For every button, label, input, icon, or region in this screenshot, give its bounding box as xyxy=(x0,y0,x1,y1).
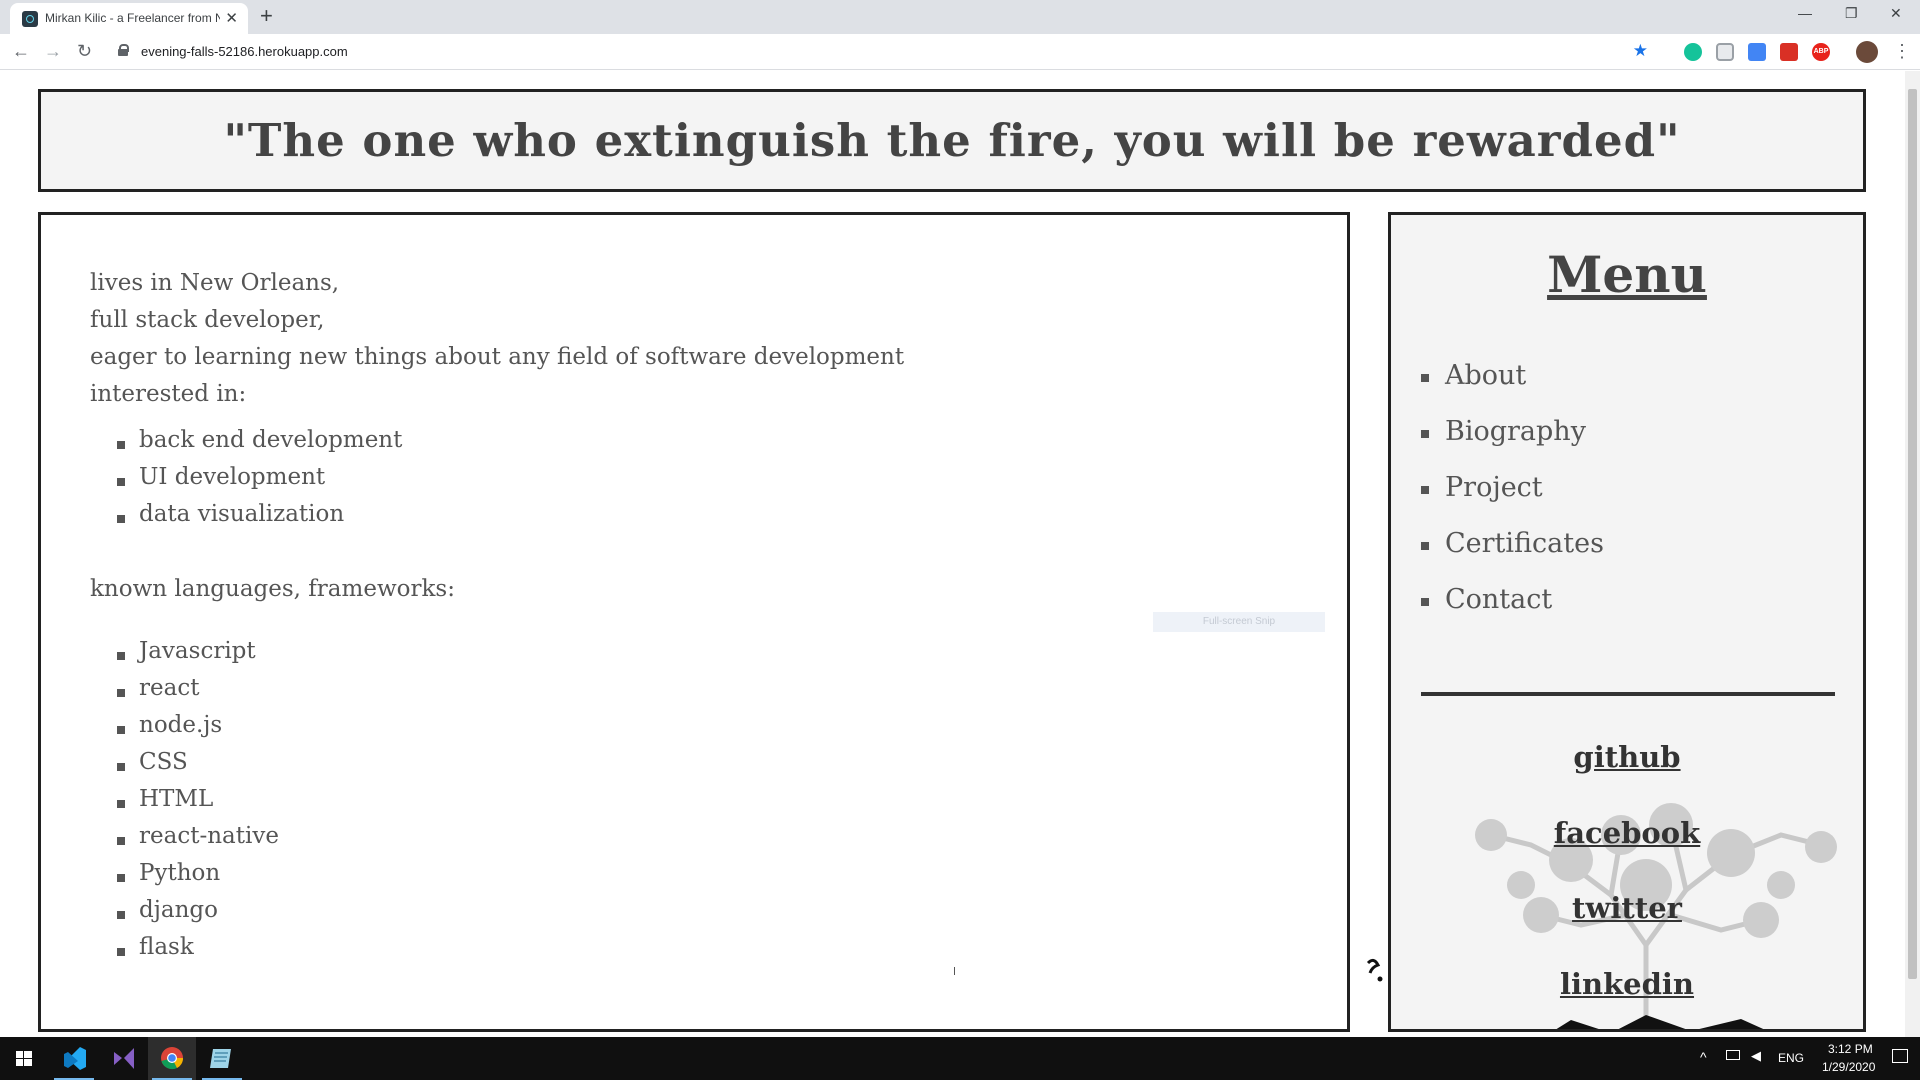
bullet-icon xyxy=(117,837,125,845)
bullet-icon xyxy=(1421,598,1429,606)
snip-tooltip: Full-screen Snip xyxy=(1153,612,1325,632)
menu-link-project[interactable]: Project xyxy=(1445,472,1543,503)
address-bar[interactable]: evening-falls-52186.herokuapp.com ★ xyxy=(108,38,1648,66)
chrome-icon[interactable] xyxy=(148,1037,196,1080)
social-facebook: facebook xyxy=(1391,816,1863,850)
quote-banner: "The one who extinguish the fire, you wi… xyxy=(38,89,1866,192)
minimize-button[interactable]: — xyxy=(1798,5,1812,21)
close-window-button[interactable]: ✕ xyxy=(1890,5,1902,22)
tray-overflow-icon[interactable]: ^ xyxy=(1700,1049,1707,1065)
bullet-icon xyxy=(117,874,125,882)
restore-button[interactable]: ❐ xyxy=(1845,5,1858,22)
new-tab-button[interactable]: + xyxy=(260,3,273,29)
notepad-icon[interactable] xyxy=(198,1037,246,1080)
tab-close-icon[interactable]: ✕ xyxy=(225,9,238,27)
volume-icon[interactable]: ◀ xyxy=(1751,1048,1761,1064)
ornament-illustration xyxy=(1366,958,1383,982)
clock-time[interactable]: 3:12 PM xyxy=(1828,1042,1873,1056)
social-twitter: twitter xyxy=(1391,891,1863,925)
intro-line: eager to learning new things about any f… xyxy=(90,344,905,370)
scrollbar-thumb[interactable] xyxy=(1908,89,1917,979)
intro-line: interested in: xyxy=(90,381,247,407)
intro-text: lives in New Orleans, full stack develop… xyxy=(90,265,904,413)
tab-title: Mirkan Kilic - a Freelancer from New Orl… xyxy=(45,11,220,25)
bullet-icon xyxy=(1421,486,1429,494)
about-panel: lives in New Orleans, full stack develop… xyxy=(38,212,1350,1032)
menu-title: Menu xyxy=(1547,245,1707,304)
url-text[interactable]: evening-falls-52186.herokuapp.com xyxy=(141,44,348,59)
social-linkedin: linkedin xyxy=(1391,967,1863,1001)
page-scrollbar[interactable] xyxy=(1905,71,1920,1037)
system-tray: ^ ◀ ENG 3:12 PM 1/29/2020 xyxy=(1660,1037,1920,1080)
intro-line: lives in New Orleans, xyxy=(90,270,340,296)
bullet-icon xyxy=(117,478,125,486)
lock-icon xyxy=(118,44,129,56)
menu-link-biography[interactable]: Biography xyxy=(1445,416,1586,447)
bullet-icon xyxy=(117,948,125,956)
bookmark-star-icon[interactable]: ★ xyxy=(1633,41,1648,61)
bullet-icon xyxy=(117,652,125,660)
tab-strip: Mirkan Kilic - a Freelancer from New Orl… xyxy=(0,0,1920,34)
menu-link-about[interactable]: About xyxy=(1445,360,1526,391)
quote-text: "The one who extinguish the fire, you wi… xyxy=(223,114,1681,167)
browser-tab[interactable]: Mirkan Kilic - a Freelancer from New Orl… xyxy=(10,3,248,34)
facebook-link[interactable]: facebook xyxy=(1554,816,1700,850)
web-page: "The one who extinguish the fire, you wi… xyxy=(0,71,1905,1037)
browser-toolbar: ← → ↻ evening-falls-52186.herokuapp.com … xyxy=(0,34,1920,70)
twitter-link[interactable]: twitter xyxy=(1572,891,1682,925)
bullet-icon xyxy=(117,515,125,523)
menu-link-contact[interactable]: Contact xyxy=(1445,584,1552,615)
bullet-icon xyxy=(117,441,125,449)
grammarly-icon[interactable] xyxy=(1684,43,1702,61)
menu-divider xyxy=(1421,692,1835,696)
languages-heading: known languages, frameworks: xyxy=(90,576,455,602)
bullet-icon xyxy=(117,800,125,808)
bullet-icon xyxy=(117,726,125,734)
reload-button[interactable]: ↻ xyxy=(77,41,92,62)
bullet-icon xyxy=(117,911,125,919)
bullet-icon xyxy=(1421,374,1429,382)
windows-taskbar: ^ ◀ ENG 3:12 PM 1/29/2020 xyxy=(0,1037,1920,1080)
linkedin-link[interactable]: linkedin xyxy=(1560,967,1694,1001)
vscode-icon[interactable] xyxy=(50,1037,98,1080)
profile-avatar[interactable] xyxy=(1856,41,1878,63)
start-button[interactable] xyxy=(0,1037,48,1080)
bullet-icon xyxy=(1421,542,1429,550)
notifications-icon[interactable] xyxy=(1892,1049,1908,1063)
back-button[interactable]: ← xyxy=(12,41,30,62)
bullet-icon xyxy=(117,689,125,697)
bullet-icon xyxy=(1421,430,1429,438)
language-indicator[interactable]: ENG xyxy=(1778,1051,1804,1065)
adblock-icon[interactable]: ABP xyxy=(1812,43,1830,61)
bullet-icon xyxy=(117,763,125,771)
windows-logo-icon xyxy=(16,1051,32,1066)
site-favicon-icon xyxy=(22,11,38,27)
menu-link-certificates[interactable]: Certificates xyxy=(1445,528,1604,559)
github-link[interactable]: github xyxy=(1573,740,1680,774)
intro-line: full stack developer, xyxy=(90,307,325,333)
battery-icon[interactable] xyxy=(1726,1050,1740,1060)
browser-menu-icon[interactable]: ⋮ xyxy=(1893,41,1911,62)
translate-icon[interactable] xyxy=(1748,43,1766,61)
shield-icon[interactable] xyxy=(1716,43,1734,61)
forward-button[interactable]: → xyxy=(44,41,62,62)
visual-studio-icon[interactable] xyxy=(100,1037,148,1080)
social-github: github xyxy=(1391,740,1863,774)
pdf-icon[interactable] xyxy=(1780,43,1798,61)
clock-date[interactable]: 1/29/2020 xyxy=(1822,1060,1875,1074)
menu-panel: Menu About Biography Project Certificate… xyxy=(1388,212,1866,1032)
text-cursor xyxy=(954,967,955,975)
